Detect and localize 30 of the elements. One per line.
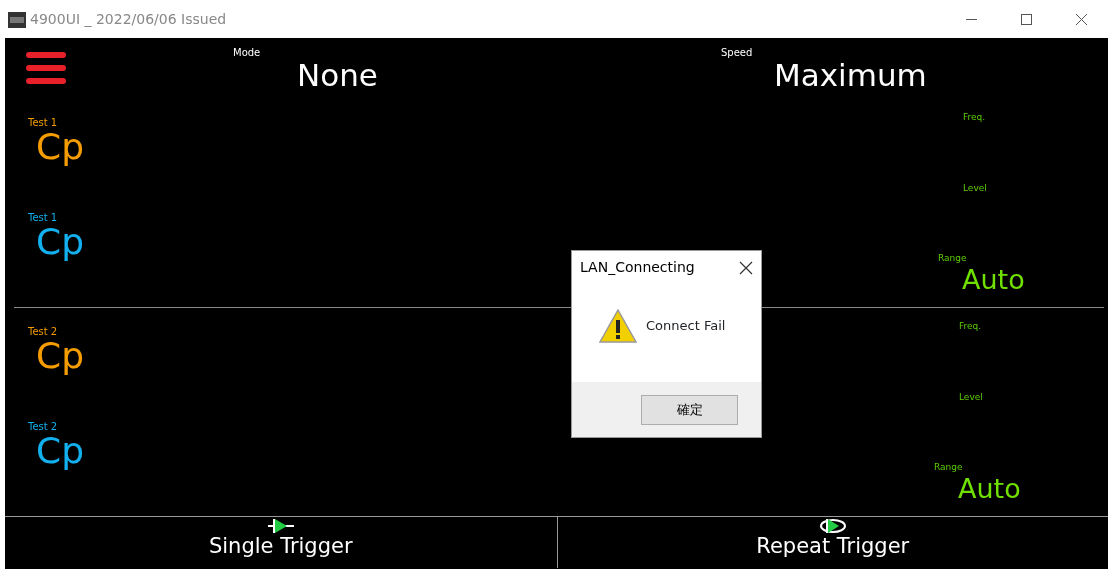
param-label: Level (959, 390, 983, 404)
window-title: 4900UI _ 2022/06/06 Issued (30, 9, 227, 29)
menu-icon[interactable] (26, 52, 66, 86)
dialog-message: Connect Fail (646, 317, 726, 336)
param-label: Range (938, 252, 967, 265)
param-label: Freq. (959, 320, 982, 333)
test-value: Cp (36, 433, 84, 469)
test-value: Cp (36, 129, 84, 165)
play-icon (265, 517, 296, 535)
field-label: Mode (233, 46, 261, 60)
field-value: None (297, 60, 378, 91)
test-label: Test 1 (28, 212, 58, 224)
param-label: Level (963, 181, 987, 195)
range-value: Auto (958, 474, 1021, 502)
range-value: Auto (962, 265, 1025, 293)
ok-button[interactable]: 確定 (641, 394, 738, 425)
test-label: Test 2 (28, 421, 58, 433)
repeat-play-icon (817, 517, 848, 535)
test-label: Test 2 (28, 326, 58, 338)
test-label: Test 1 (28, 117, 58, 129)
warning-icon (599, 309, 637, 343)
app-icon (8, 11, 26, 28)
param-label: Freq. (963, 111, 986, 124)
param-label: Range (934, 461, 963, 474)
field-label: Speed (721, 46, 753, 60)
field-value: Maximum (774, 60, 927, 91)
test-value: Cp (36, 224, 84, 260)
dialog-title: LAN_Connecting (580, 258, 695, 277)
close-icon[interactable] (739, 260, 753, 275)
test-value: Cp (36, 338, 84, 374)
